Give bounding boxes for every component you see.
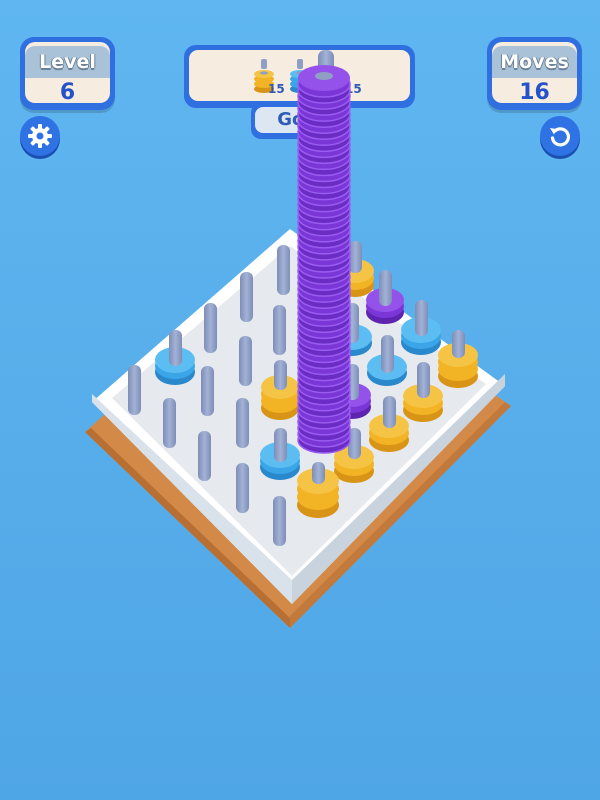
peg xyxy=(163,398,176,448)
yellow-ring-stack xyxy=(438,330,478,388)
peg xyxy=(198,431,211,481)
peg xyxy=(239,336,252,386)
blue-ring-stack xyxy=(401,300,441,355)
peg xyxy=(128,365,141,415)
peg xyxy=(201,366,214,416)
peg xyxy=(236,463,249,513)
peg xyxy=(273,496,286,546)
peg xyxy=(236,398,249,448)
peg xyxy=(240,272,253,322)
peg xyxy=(277,245,290,295)
tower-peg-top xyxy=(315,72,333,80)
peg xyxy=(204,303,217,353)
purple-tower[interactable] xyxy=(297,50,351,454)
game-board[interactable] xyxy=(0,0,600,800)
peg xyxy=(273,305,286,355)
